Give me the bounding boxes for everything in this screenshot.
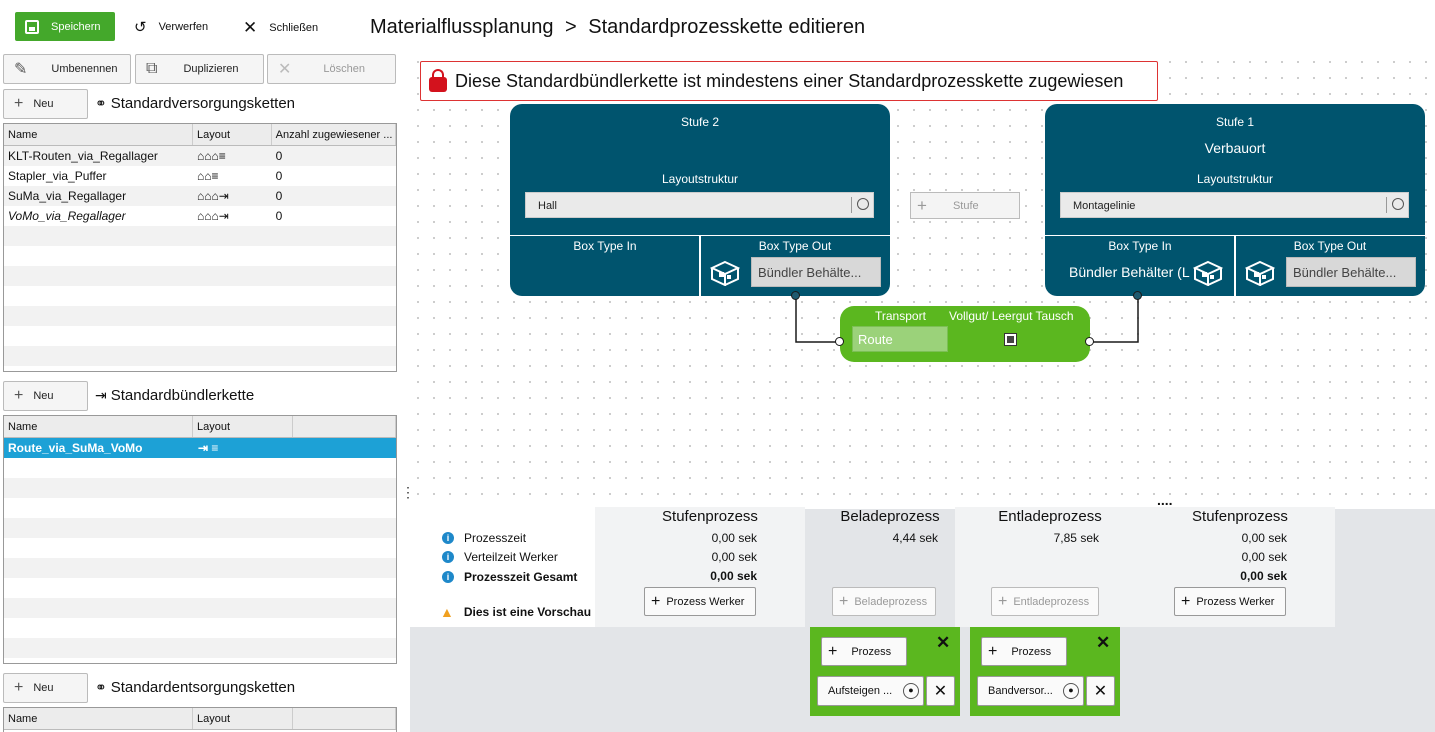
info-icon[interactable]: i xyxy=(442,551,454,563)
button-label: Prozess Werker xyxy=(1196,595,1275,608)
plus-icon: + xyxy=(998,592,1008,610)
process-time-label: Prozesszeit xyxy=(464,531,527,545)
box-type-out-dropdown[interactable]: Bündler Behälte... xyxy=(751,257,881,287)
layout-structure-field[interactable]: Hall xyxy=(525,192,874,218)
process-item-label: Bandversor... xyxy=(988,685,1053,697)
add-worker-process-button[interactable]: + Prozess Werker xyxy=(1174,587,1286,616)
stage-title: Stufe 2 xyxy=(680,115,720,129)
transport-node[interactable]: Transport Vollgut/ Leergut Tausch Route xyxy=(840,306,1090,362)
transport-value: Route xyxy=(858,332,893,347)
box-type-in-label: Box Type In xyxy=(573,239,637,253)
column-title: Stufenprozess xyxy=(1192,508,1288,525)
add-unloading-process-button[interactable]: + Entladeprozess xyxy=(991,587,1099,616)
layout-value: Hall xyxy=(538,200,557,212)
box-icon xyxy=(1245,260,1275,286)
stage-2-card[interactable]: Stufe 2 Layoutstruktur Hall Box Type In … xyxy=(510,104,890,296)
preview-notice: ▲ Dies ist eine Vorschau xyxy=(440,604,591,620)
total-time-value: 0,00 sek xyxy=(1240,569,1287,583)
layout-value: Montagelinie xyxy=(1073,200,1136,212)
process-item-label: Aufsteigen ... xyxy=(828,685,893,697)
distribution-time-label: Verteilzeit Werker xyxy=(464,550,558,564)
button-label: Prozess xyxy=(851,645,892,658)
preview-label: Dies ist eine Vorschau xyxy=(463,605,592,619)
transport-input-port[interactable] xyxy=(835,337,844,346)
stage-title: Stufe 1 xyxy=(1215,115,1255,129)
radio-select-icon[interactable] xyxy=(1386,197,1404,213)
radio-select-icon[interactable]: ● xyxy=(903,683,919,699)
unloading-process-box: + Prozess ✕ Bandversor... ● ✕ xyxy=(970,627,1120,716)
box-icon xyxy=(710,260,740,286)
process-time-value: 7,85 sek xyxy=(1053,531,1099,545)
radio-select-icon[interactable] xyxy=(851,197,869,213)
distribution-time-row: i Verteilzeit Werker xyxy=(442,550,558,564)
process-time-value: 0,00 sek xyxy=(711,531,757,545)
add-stage-button[interactable]: + Stufe xyxy=(910,192,1020,219)
process-time-row: i Prozesszeit xyxy=(442,531,526,545)
loading-process-box: + Prozess ✕ Aufsteigen ... ● ✕ xyxy=(810,627,960,716)
swap-label: Vollgut/ Leergut Tausch xyxy=(949,309,1074,323)
stage-2-output-port[interactable] xyxy=(791,291,800,300)
column-title: Beladeprozess xyxy=(840,508,940,525)
process-item[interactable]: Aufsteigen ... ● xyxy=(817,676,924,706)
distribution-time-value: 0,00 sek xyxy=(711,550,757,564)
plus-icon: + xyxy=(651,592,661,610)
button-label: Prozess xyxy=(1011,645,1052,658)
warning-icon: ▲ xyxy=(440,604,454,620)
radio-select-icon[interactable]: ● xyxy=(1063,683,1079,699)
total-time-value: 0,00 sek xyxy=(710,569,757,583)
add-stage-label: Stufe xyxy=(952,199,979,212)
distribution-time-value: 0,00 sek xyxy=(1241,550,1287,564)
transport-output-port[interactable] xyxy=(1085,337,1094,346)
plus-icon: + xyxy=(1181,592,1191,610)
add-worker-process-button[interactable]: + Prozess Werker xyxy=(644,587,756,616)
stage-subtitle: Verbauort xyxy=(1204,140,1266,156)
button-label: Beladeprozess xyxy=(854,595,928,608)
process-time-value: 4,44 sek xyxy=(892,531,938,545)
more-indicator[interactable]: .... xyxy=(1157,492,1173,508)
box-type-in-label: Box Type In xyxy=(1108,239,1172,253)
box-type-out-dropdown[interactable]: Bündler Behälte... xyxy=(1286,257,1416,287)
swap-checkbox[interactable] xyxy=(1004,333,1017,346)
total-time-row: i Prozesszeit Gesamt xyxy=(442,570,577,584)
remove-process-button[interactable]: ✕ xyxy=(1086,676,1115,706)
layout-structure-field[interactable]: Montagelinie xyxy=(1060,192,1409,218)
info-icon[interactable]: i xyxy=(442,532,454,544)
column-title: Stufenprozess xyxy=(662,508,758,525)
close-icon[interactable]: ✕ xyxy=(1096,633,1110,653)
stage-1-input-port[interactable] xyxy=(1133,291,1142,300)
close-icon: ✕ xyxy=(933,683,948,700)
box-icon xyxy=(1193,260,1223,286)
box-type-out-label: Box Type Out xyxy=(758,239,832,253)
plus-icon: + xyxy=(917,195,927,215)
process-item[interactable]: Bandversor... ● xyxy=(977,676,1084,706)
add-process-button[interactable]: + Prozess xyxy=(981,637,1067,666)
info-icon[interactable]: i xyxy=(442,571,454,583)
plus-icon: + xyxy=(828,642,838,660)
remove-process-button[interactable]: ✕ xyxy=(926,676,955,706)
add-loading-process-button[interactable]: + Beladeprozess xyxy=(832,587,936,616)
add-process-button[interactable]: + Prozess xyxy=(821,637,907,666)
close-icon: ✕ xyxy=(1093,683,1108,700)
plus-icon: + xyxy=(839,592,849,610)
column-title: Entladeprozess xyxy=(998,508,1102,525)
transport-dropdown[interactable]: Route xyxy=(852,326,948,352)
button-label: Prozess Werker xyxy=(666,595,745,608)
layout-structure-label: Layoutstruktur xyxy=(1196,172,1274,186)
total-time-label: Prozesszeit Gesamt xyxy=(464,570,578,584)
button-label: Entladeprozess xyxy=(1013,595,1090,608)
transport-label: Transport xyxy=(875,309,926,323)
close-icon[interactable]: ✕ xyxy=(936,633,950,653)
stage-1-card[interactable]: Stufe 1 Verbauort Layoutstruktur Montage… xyxy=(1045,104,1425,296)
plus-icon: + xyxy=(988,642,998,660)
process-time-value: 0,00 sek xyxy=(1241,531,1287,545)
layout-structure-label: Layoutstruktur xyxy=(661,172,739,186)
box-type-out-label: Box Type Out xyxy=(1293,239,1367,253)
